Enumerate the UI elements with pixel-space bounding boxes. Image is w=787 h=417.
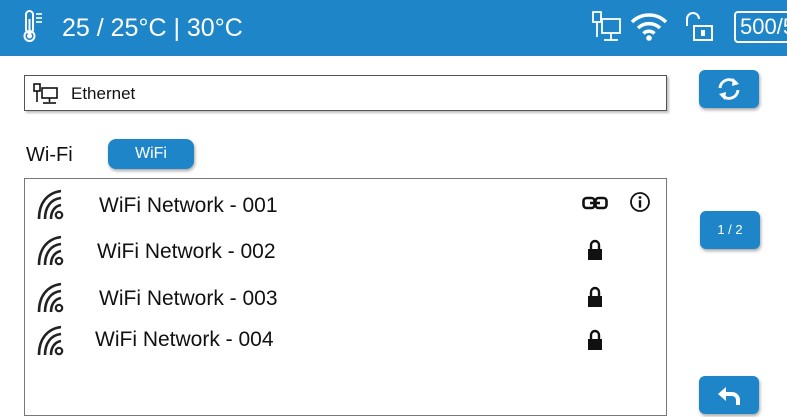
wifi-signal-icon <box>33 187 67 228</box>
wifi-network-list: WiFi Network - 001 WiFi Network - 002 Wi… <box>24 178 667 416</box>
wifi-signal-icon <box>33 233 67 274</box>
ethernet-icon <box>33 83 59 110</box>
wifi-signal-icon <box>33 280 67 321</box>
back-icon <box>718 387 740 405</box>
network-name: WiFi Network - 004 <box>95 328 274 351</box>
ethernet-connection-row[interactable]: Ethernet <box>24 75 667 111</box>
capacity-counter: 500/500 <box>734 11 787 43</box>
page-indicator-button[interactable]: 1 / 2 <box>700 211 760 249</box>
lock-icon <box>587 239 603 266</box>
ethernet-icon <box>592 11 622 50</box>
list-item[interactable]: WiFi Network - 003 <box>25 276 666 322</box>
wifi-toggle-button[interactable]: WiFi <box>108 139 194 169</box>
back-button[interactable] <box>699 376 759 414</box>
unlock-icon <box>684 10 714 47</box>
wifi-icon <box>630 12 668 47</box>
wifi-section-label: Wi-Fi <box>26 144 73 166</box>
network-name: WiFi Network - 001 <box>99 194 278 217</box>
network-name: WiFi Network - 002 <box>97 240 276 263</box>
lock-icon <box>587 329 603 356</box>
list-item[interactable]: WiFi Network - 004 <box>25 319 666 365</box>
status-bar: 25 / 25°C | 30°C 500/500 <box>0 0 787 56</box>
refresh-icon <box>718 78 740 100</box>
lock-icon <box>587 286 603 313</box>
network-name: WiFi Network - 003 <box>99 287 278 310</box>
thermometer-icon <box>22 9 44 48</box>
list-item[interactable]: WiFi Network - 001 <box>25 183 666 229</box>
wifi-signal-icon <box>33 323 67 364</box>
ethernet-label: Ethernet <box>71 84 136 103</box>
temperature-readout: 25 / 25°C | 30°C <box>62 14 243 42</box>
list-item[interactable]: WiFi Network - 002 <box>25 229 666 275</box>
link-icon <box>582 196 608 215</box>
info-icon[interactable] <box>629 191 651 218</box>
refresh-button[interactable] <box>699 70 759 108</box>
